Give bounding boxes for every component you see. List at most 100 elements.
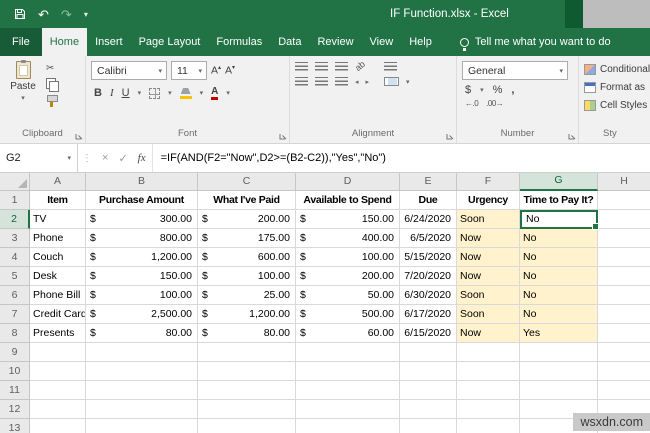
shrink-font-button[interactable]: A▾ [225,64,235,77]
row-header[interactable]: 8 [0,324,30,343]
cell[interactable] [400,419,457,433]
decrease-decimal-icon[interactable]: .00→ [486,99,503,108]
currency-format-icon[interactable]: $ [465,84,471,96]
tab-view[interactable]: View [362,28,402,56]
decrease-indent-icon[interactable]: ◂ [355,78,359,86]
cell[interactable] [400,381,457,400]
font-size-select[interactable]: 11 ▾ [171,61,207,80]
cell[interactable] [520,381,598,400]
cut-icon[interactable]: ✂ [46,63,59,74]
row-header[interactable]: 3 [0,229,30,248]
cell-due[interactable]: 6/24/2020 [400,210,457,229]
cell[interactable] [598,210,650,229]
fill-caret-icon[interactable]: ▾ [200,89,204,97]
cell-available[interactable]: $500.00 [296,305,400,324]
cell[interactable] [296,362,400,381]
font-name-select[interactable]: Calibri ▾ [91,61,167,80]
cell[interactable] [296,343,400,362]
orientation-icon[interactable]: ab [353,59,367,73]
header-cell-urgency[interactable]: Urgency [457,191,520,210]
cell-available[interactable]: $150.00 [296,210,400,229]
cell[interactable] [400,362,457,381]
cell[interactable] [296,419,400,433]
formula-bar-splitter[interactable]: ⋮ [78,144,96,172]
tell-me-box[interactable]: Tell me what you want to do [460,28,611,56]
row-header[interactable]: 10 [0,362,30,381]
header-cell-item[interactable]: Item [30,191,86,210]
cell-available[interactable]: $200.00 [296,267,400,286]
cell-item[interactable]: Phone [30,229,86,248]
header-cell-purchase-amount[interactable]: Purchase Amount [86,191,198,210]
number-dialog-launcher-icon[interactable] [568,132,576,140]
tab-home[interactable]: Home [42,28,87,56]
cell-available[interactable]: $60.00 [296,324,400,343]
cell-available[interactable]: $400.00 [296,229,400,248]
row-header[interactable]: 1 [0,191,30,210]
grow-font-button[interactable]: A▴ [211,64,221,77]
cell[interactable] [457,400,520,419]
cell[interactable] [598,362,650,381]
cell-paid[interactable]: $1,200.00 [198,305,296,324]
cell-paid[interactable]: $25.00 [198,286,296,305]
cell[interactable] [30,381,86,400]
format-painter-icon[interactable] [46,95,57,107]
paste-button[interactable]: Paste ▾ [5,61,41,127]
cell-item[interactable]: Presents [30,324,86,343]
cell-urgency[interactable]: Now [457,229,520,248]
cell-pay[interactable]: No [520,286,598,305]
column-header-e[interactable]: E [400,173,457,191]
cell[interactable] [598,267,650,286]
cell[interactable] [598,229,650,248]
column-header-c[interactable]: C [198,173,296,191]
column-header-b[interactable]: B [86,173,198,191]
undo-icon[interactable]: ↶ [38,8,49,21]
cell[interactable] [86,400,198,419]
cell-urgency[interactable]: Soon [457,210,520,229]
align-center-icon[interactable] [315,77,328,86]
cell-purchase[interactable]: $2,500.00 [86,305,198,324]
underline-caret-icon[interactable]: ▾ [138,89,142,97]
row-header[interactable]: 2 [0,210,30,229]
cell[interactable] [198,362,296,381]
currency-caret-icon[interactable]: ▾ [480,86,484,94]
cell-pay[interactable]: No [520,305,598,324]
header-cell-time-to-pay[interactable]: Time to Pay It? [520,191,598,210]
cell[interactable] [520,362,598,381]
cell[interactable] [296,400,400,419]
align-bottom-icon[interactable] [335,62,348,71]
cell[interactable] [598,324,650,343]
align-left-icon[interactable] [295,77,308,86]
underline-button[interactable]: U [122,87,130,99]
header-cell-due[interactable]: Due [400,191,457,210]
merge-caret-icon[interactable]: ▾ [406,78,410,86]
cell-purchase[interactable]: $800.00 [86,229,198,248]
row-header[interactable]: 5 [0,267,30,286]
name-box[interactable]: G2 ▾ [0,144,78,172]
cell-item[interactable]: Phone Bill [30,286,86,305]
copy-icon[interactable] [46,78,59,91]
save-icon[interactable] [14,8,26,20]
cell[interactable] [457,381,520,400]
comma-format-icon[interactable]: , [511,84,514,96]
cell-available[interactable]: $50.00 [296,286,400,305]
cell[interactable] [86,343,198,362]
column-header-f[interactable]: F [457,173,520,191]
redo-icon[interactable]: ↷ [61,8,72,21]
column-header-d[interactable]: D [296,173,400,191]
increase-decimal-icon[interactable]: ←.0 [465,99,478,108]
cell-due[interactable]: 7/20/2020 [400,267,457,286]
cancel-icon[interactable]: × [102,152,108,164]
cell-pay[interactable]: Yes [520,324,598,343]
cell-due[interactable]: 6/30/2020 [400,286,457,305]
cell[interactable] [598,248,650,267]
align-right-icon[interactable] [335,77,348,86]
active-cell[interactable]: No [520,210,598,229]
cell[interactable] [457,362,520,381]
cell-urgency[interactable]: Soon [457,286,520,305]
row-header[interactable]: 12 [0,400,30,419]
cell-paid[interactable]: $200.00 [198,210,296,229]
cell-item[interactable]: TV [30,210,86,229]
formula-input[interactable]: =IF(AND(F2="Now",D2>=(B2-C2)),"Yes","No"… [152,144,650,172]
tab-help[interactable]: Help [401,28,440,56]
cell[interactable] [86,362,198,381]
